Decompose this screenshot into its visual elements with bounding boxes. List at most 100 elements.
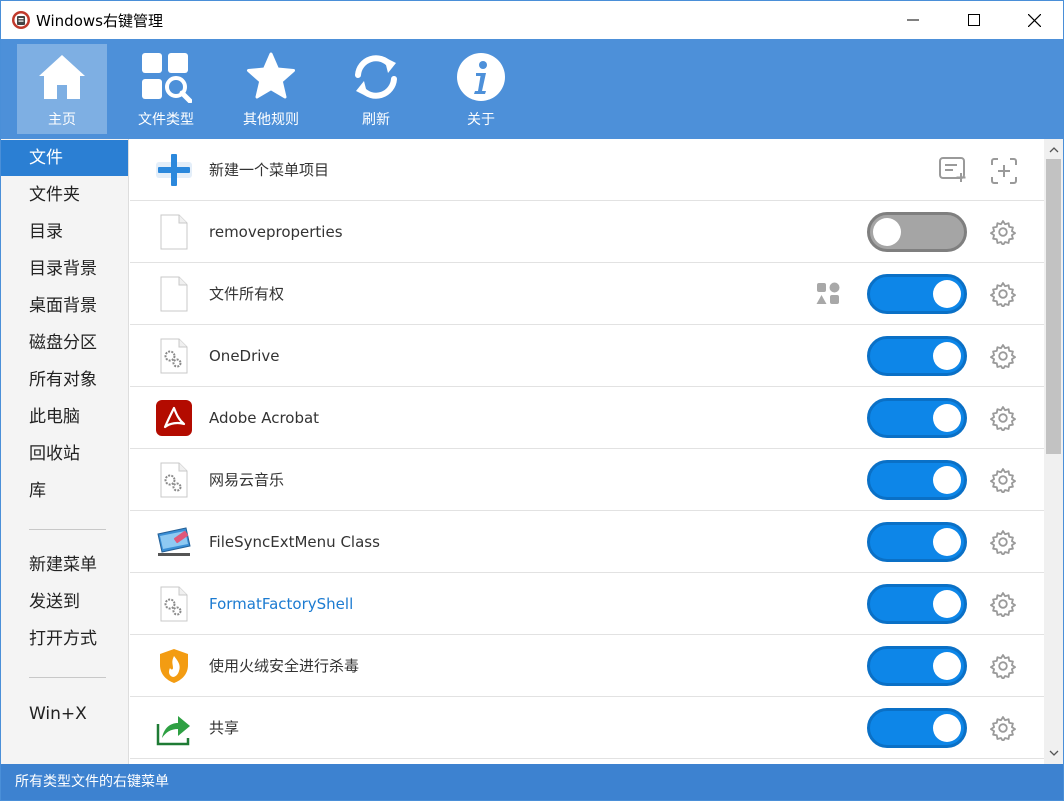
sidebar-item-this-pc[interactable]: 此电脑 (1, 399, 128, 435)
toolbar-file-types[interactable]: 文件类型 (121, 44, 211, 134)
settings-gear-icon[interactable] (990, 529, 1016, 555)
menu-item-label: removeproperties (209, 223, 343, 241)
sidebar-item-winx[interactable]: Win+X (1, 696, 128, 732)
enable-toggle[interactable] (867, 646, 967, 686)
scroll-down-button[interactable] (1044, 744, 1063, 762)
enable-toggle[interactable] (867, 584, 967, 624)
huorong-shield-icon (160, 649, 188, 683)
toolbar-label: 刷新 (362, 112, 390, 128)
toggle-knob (933, 652, 961, 680)
file-type-search-icon (142, 53, 192, 103)
sidebar-item-recycle-bin[interactable]: 回收站 (1, 436, 128, 472)
toggle-knob (933, 590, 961, 618)
menu-item-label: 文件所有权 (209, 285, 285, 303)
sidebar-item-library[interactable]: 库 (1, 473, 128, 509)
sidebar-item-desktop-background[interactable]: 桌面背景 (1, 288, 128, 324)
info-icon (457, 53, 505, 101)
settings-gear-icon[interactable] (990, 343, 1016, 369)
toggle-knob (933, 466, 961, 494)
settings-gear-icon[interactable] (990, 591, 1016, 617)
menu-item-row: 使用火绒安全进行杀毒 (130, 635, 1044, 697)
sidebar-item-folder[interactable]: 文件夹 (1, 177, 128, 213)
gear-file-icon (160, 338, 188, 374)
new-menu-item-row[interactable]: 新建一个菜单项目 (130, 139, 1044, 201)
enable-toggle[interactable] (867, 274, 967, 314)
chevron-down-icon (1049, 750, 1058, 756)
menu-item-label: OneDrive (209, 347, 280, 365)
app-logo-icon (12, 11, 30, 29)
sidebar-item-all-objects[interactable]: 所有对象 (1, 362, 128, 398)
minimize-icon (907, 19, 919, 21)
toggle-knob (933, 280, 961, 308)
blank-file-icon (160, 276, 188, 312)
scroll-up-button[interactable] (1044, 141, 1063, 159)
toolbar-about[interactable]: 关于 (436, 44, 526, 134)
toolbar-other-rules[interactable]: 其他规则 (226, 44, 316, 134)
menu-item-row: Adobe Acrobat (130, 387, 1044, 449)
settings-gear-icon[interactable] (990, 467, 1016, 493)
menu-item-label: FormatFactoryShell (209, 595, 354, 613)
sidebar-item-file[interactable]: 文件 (1, 140, 128, 176)
settings-gear-icon[interactable] (990, 219, 1016, 245)
shapes-icon[interactable] (816, 282, 840, 306)
menu-item-row: 共享 (130, 697, 1044, 759)
star-icon (247, 52, 295, 99)
scroll-thumb[interactable] (1046, 159, 1061, 454)
settings-gear-icon[interactable] (990, 653, 1016, 679)
new-menu-item-label: 新建一个菜单项目 (209, 161, 330, 179)
sidebar-item-send-to[interactable]: 发送到 (1, 584, 128, 620)
sidebar-item-directory-background[interactable]: 目录背景 (1, 251, 128, 287)
close-button[interactable] (1009, 1, 1059, 39)
category-sidebar: 文件 文件夹 目录 目录背景 桌面背景 磁盘分区 所有对象 此电脑 回收站 库 … (1, 139, 129, 764)
plus-icon (156, 154, 192, 186)
list-scrollbar[interactable] (1044, 139, 1063, 764)
sidebar-divider (29, 677, 106, 678)
chevron-up-icon (1049, 147, 1058, 153)
menu-item-row: 文件所有权 (130, 263, 1044, 325)
menu-item-row: 网易云音乐 (130, 449, 1044, 511)
settings-gear-icon[interactable] (990, 405, 1016, 431)
toggle-knob (933, 528, 961, 556)
enable-toggle[interactable] (867, 708, 967, 748)
toolbar-home[interactable]: 主页 (17, 44, 107, 134)
gear-file-icon (160, 462, 188, 498)
minimize-button[interactable] (888, 1, 938, 39)
menu-item-label: 网易云音乐 (209, 471, 285, 489)
toggle-knob (933, 714, 961, 742)
enable-toggle[interactable] (867, 336, 967, 376)
sidebar-item-disk-partition[interactable]: 磁盘分区 (1, 325, 128, 361)
toolbar-label: 文件类型 (138, 112, 194, 128)
toolbar-label: 其他规则 (243, 112, 299, 128)
title-bar: Windows右键管理 (1, 1, 1063, 39)
enable-toggle[interactable] (867, 522, 967, 562)
menu-item-label: 使用火绒安全进行杀毒 (209, 657, 360, 675)
sidebar-item-new-menu[interactable]: 新建菜单 (1, 547, 128, 583)
toolbar-refresh[interactable]: 刷新 (331, 44, 421, 134)
add-list-item-icon[interactable] (939, 157, 967, 183)
filesync-icon (157, 527, 191, 556)
settings-gear-icon[interactable] (990, 715, 1016, 741)
enable-toggle[interactable] (867, 398, 967, 438)
sidebar-item-open-with[interactable]: 打开方式 (1, 621, 128, 657)
toggle-knob (933, 404, 961, 432)
blank-file-icon (160, 214, 188, 250)
toggle-knob (873, 218, 901, 246)
refresh-icon (355, 55, 397, 99)
app-window: Windows右键管理 主页 文件类型 其他规则 刷新 关于 文件 文件夹 目录… (0, 0, 1064, 801)
menu-item-row: OneDrive (130, 325, 1044, 387)
main-toolbar: 主页 文件类型 其他规则 刷新 关于 (1, 39, 1063, 139)
toolbar-label: 关于 (467, 112, 495, 128)
toolbar-label: 主页 (48, 112, 76, 128)
home-icon (39, 55, 85, 99)
settings-gear-icon[interactable] (990, 281, 1016, 307)
gear-file-icon (160, 586, 188, 622)
window-title: Windows右键管理 (36, 12, 163, 30)
close-icon (1027, 13, 1041, 27)
enable-toggle[interactable] (867, 212, 967, 252)
add-item-frame-icon[interactable] (990, 157, 1018, 185)
menu-item-row: FileSyncExtMenu Class (130, 511, 1044, 573)
sidebar-item-directory[interactable]: 目录 (1, 214, 128, 250)
toggle-knob (933, 342, 961, 370)
enable-toggle[interactable] (867, 460, 967, 500)
maximize-button[interactable] (949, 1, 999, 39)
